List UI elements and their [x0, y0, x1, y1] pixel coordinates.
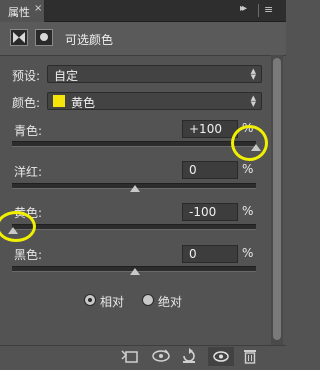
- relative-radio[interactable]: [84, 294, 96, 306]
- preset-value: 自定: [54, 69, 79, 83]
- highlight-ring-yellow: [0, 211, 36, 242]
- tab-close-icon[interactable]: ×: [34, 3, 42, 14]
- magenta-input[interactable]: 0: [182, 161, 238, 179]
- visibility-eye-icon[interactable]: [208, 347, 234, 366]
- yellow-slider-track[interactable]: [12, 224, 256, 230]
- collapse-panel-icon[interactable]: ▸▸: [240, 3, 247, 14]
- radio-selected-dot: [88, 298, 92, 302]
- reset-icon[interactable]: [180, 348, 198, 368]
- tab-properties[interactable]: 属性 ×: [0, 0, 45, 22]
- bottom-toolbar: [0, 345, 286, 368]
- black-percent: %: [242, 246, 254, 260]
- yellow-input[interactable]: -100: [182, 203, 238, 221]
- selective-color-icon[interactable]: [10, 29, 28, 46]
- colors-value: 黄色: [71, 96, 96, 110]
- clip-to-layer-icon[interactable]: [121, 348, 139, 368]
- black-input[interactable]: 0: [182, 245, 238, 263]
- colors-dropdown[interactable]: 黄色 ▲ ▼: [47, 92, 262, 110]
- mask-icon[interactable]: [35, 29, 53, 46]
- yellow-percent: %: [242, 204, 254, 218]
- colors-label: 颜色:: [12, 96, 41, 110]
- absolute-label: 绝对: [158, 295, 183, 309]
- preset-label: 预设:: [12, 69, 41, 83]
- trash-icon[interactable]: [243, 348, 257, 368]
- absolute-radio[interactable]: [142, 294, 154, 306]
- yellow-value: -100: [189, 205, 217, 219]
- panel-menu-icon[interactable]: ≡: [264, 3, 273, 16]
- dropdown-arrows-icon: ▲ ▼: [250, 67, 256, 81]
- view-previous-icon[interactable]: [151, 348, 171, 368]
- magenta-slider-thumb[interactable]: [130, 185, 140, 192]
- cyan-value: +100: [189, 122, 222, 136]
- magenta-value: 0: [189, 163, 197, 177]
- relative-label: 相对: [100, 295, 125, 309]
- cyan-label: 青色:: [14, 124, 43, 138]
- highlight-ring-cyan: [231, 125, 268, 161]
- panel-title: 可选颜色: [65, 33, 114, 47]
- cyan-input[interactable]: +100: [182, 120, 238, 138]
- preset-dropdown[interactable]: 自定 ▲ ▼: [47, 65, 262, 83]
- cyan-slider-track[interactable]: [12, 141, 256, 147]
- mask-dot: [40, 33, 48, 41]
- panel-header: 可选颜色: [0, 22, 286, 56]
- tab-properties-label: 属性: [8, 6, 30, 19]
- black-slider-thumb[interactable]: [130, 268, 140, 275]
- dropdown-arrows-icon: ▲ ▼: [250, 94, 256, 108]
- black-value: 0: [189, 247, 197, 261]
- tab-divider: [258, 4, 259, 17]
- magenta-percent: %: [242, 162, 254, 176]
- magenta-label: 洋红:: [14, 165, 43, 179]
- yellow-swatch: [53, 95, 65, 107]
- black-label: 黑色:: [14, 248, 43, 262]
- scrollbar-thumb[interactable]: [273, 58, 281, 340]
